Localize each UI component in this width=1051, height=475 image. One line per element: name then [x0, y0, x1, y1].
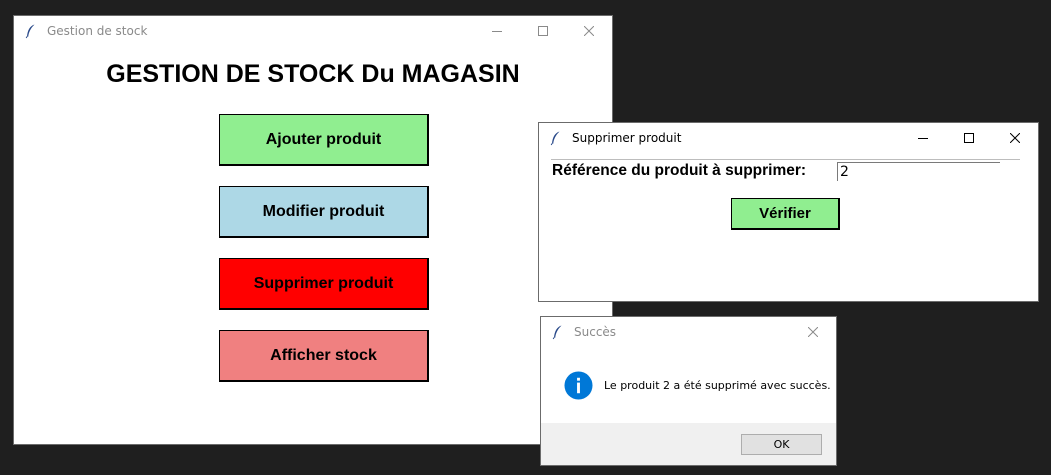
main-window-title: Gestion de stock: [47, 23, 148, 38]
reference-input[interactable]: [837, 162, 1000, 181]
maximize-button[interactable]: [946, 123, 992, 152]
delete-product-button[interactable]: Supprimer produit: [219, 258, 429, 310]
maximize-icon: [538, 25, 548, 36]
minimize-button[interactable]: [474, 16, 520, 45]
delete-product-window: Supprimer produit Référence du produit à…: [538, 122, 1039, 302]
success-dialog-title: Succès: [574, 324, 617, 339]
close-button[interactable]: [566, 16, 612, 45]
close-icon: [584, 25, 594, 36]
feather-icon: [25, 24, 35, 38]
minimize-icon: [918, 137, 928, 139]
close-icon: [808, 326, 818, 337]
edit-product-button[interactable]: Modifier produit: [219, 186, 429, 238]
main-titlebar[interactable]: Gestion de stock: [14, 16, 612, 45]
ok-button[interactable]: OK: [741, 434, 822, 455]
reference-label: Référence du produit à supprimer:: [552, 162, 807, 179]
success-message: Le produit 2 a été supprimé avec succès.: [604, 379, 831, 392]
maximize-icon: [964, 132, 974, 143]
feather-icon: [552, 325, 562, 339]
close-button[interactable]: [992, 123, 1038, 152]
minimize-icon: [492, 30, 502, 32]
close-icon: [1010, 132, 1020, 143]
maximize-button[interactable]: [520, 16, 566, 45]
verify-button[interactable]: Vérifier: [731, 198, 840, 230]
minimize-button[interactable]: [900, 123, 946, 152]
success-titlebar[interactable]: Succès: [541, 317, 836, 346]
page-title: GESTION DE STOCK Du MAGASIN: [106, 60, 520, 88]
close-button[interactable]: [790, 317, 836, 346]
delete-titlebar[interactable]: Supprimer produit: [539, 123, 1038, 152]
main-window: Gestion de stock GESTION DE STOCK Du MAG…: [13, 15, 613, 445]
feather-icon: [550, 131, 560, 145]
divider: [551, 159, 1020, 160]
dialog-footer: OK: [541, 423, 836, 465]
info-icon: [564, 371, 593, 400]
delete-window-title: Supprimer produit: [572, 130, 682, 145]
add-product-button[interactable]: Ajouter produit: [219, 114, 429, 166]
show-stock-button[interactable]: Afficher stock: [219, 330, 429, 382]
success-dialog: Succès Le produit 2 a été supprimé avec …: [540, 316, 837, 466]
